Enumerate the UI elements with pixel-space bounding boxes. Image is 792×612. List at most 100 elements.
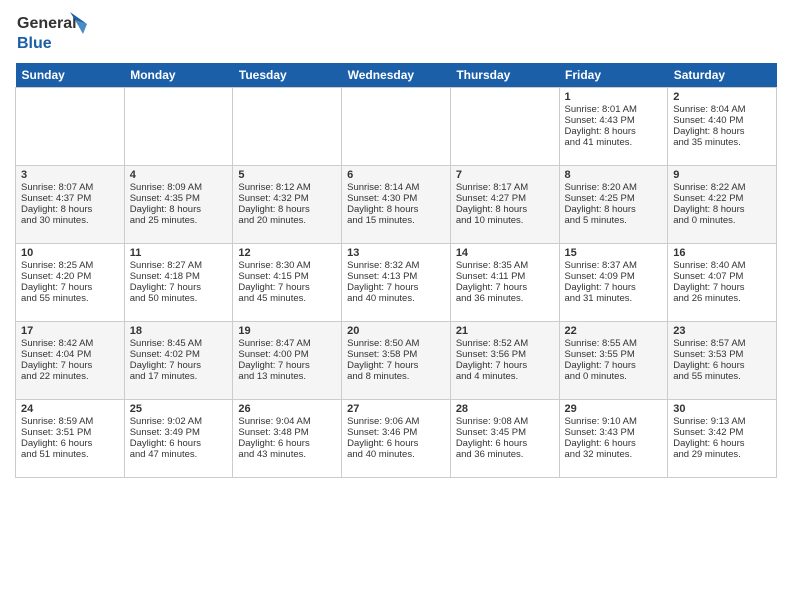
- calendar-week-row: 24Sunrise: 8:59 AMSunset: 3:51 PMDayligh…: [16, 400, 777, 478]
- day-info: and 15 minutes.: [347, 215, 445, 226]
- day-number: 12: [238, 247, 336, 259]
- day-number: 11: [130, 247, 228, 259]
- calendar-cell: 13Sunrise: 8:32 AMSunset: 4:13 PMDayligh…: [342, 244, 451, 322]
- calendar-week-row: 10Sunrise: 8:25 AMSunset: 4:20 PMDayligh…: [16, 244, 777, 322]
- day-info: Sunrise: 8:01 AM: [565, 104, 663, 115]
- calendar-cell: 27Sunrise: 9:06 AMSunset: 3:46 PMDayligh…: [342, 400, 451, 478]
- calendar-cell: 20Sunrise: 8:50 AMSunset: 3:58 PMDayligh…: [342, 322, 451, 400]
- day-info: Daylight: 8 hours: [565, 126, 663, 137]
- calendar-cell: 9Sunrise: 8:22 AMSunset: 4:22 PMDaylight…: [668, 166, 777, 244]
- day-info: Sunrise: 8:37 AM: [565, 260, 663, 271]
- calendar-header-row: SundayMondayTuesdayWednesdayThursdayFrid…: [16, 63, 777, 88]
- calendar-week-row: 17Sunrise: 8:42 AMSunset: 4:04 PMDayligh…: [16, 322, 777, 400]
- day-info: Sunset: 3:43 PM: [565, 427, 663, 438]
- col-header-thursday: Thursday: [450, 63, 559, 88]
- day-info: Sunset: 3:58 PM: [347, 349, 445, 360]
- day-number: 2: [673, 91, 771, 103]
- col-header-tuesday: Tuesday: [233, 63, 342, 88]
- day-info: Sunrise: 9:04 AM: [238, 416, 336, 427]
- day-info: Sunset: 3:53 PM: [673, 349, 771, 360]
- calendar-cell: 1Sunrise: 8:01 AMSunset: 4:43 PMDaylight…: [559, 88, 668, 166]
- day-number: 4: [130, 169, 228, 181]
- day-info: and 55 minutes.: [673, 371, 771, 382]
- day-info: Sunset: 4:43 PM: [565, 115, 663, 126]
- day-info: Sunrise: 8:57 AM: [673, 338, 771, 349]
- day-info: and 36 minutes.: [456, 293, 554, 304]
- day-info: Daylight: 7 hours: [21, 360, 119, 371]
- day-number: 22: [565, 325, 663, 337]
- day-number: 29: [565, 403, 663, 415]
- day-info: Sunrise: 8:47 AM: [238, 338, 336, 349]
- calendar-cell: 14Sunrise: 8:35 AMSunset: 4:11 PMDayligh…: [450, 244, 559, 322]
- day-info: Daylight: 8 hours: [238, 204, 336, 215]
- day-info: Sunrise: 8:50 AM: [347, 338, 445, 349]
- day-info: Sunset: 4:07 PM: [673, 271, 771, 282]
- day-info: and 35 minutes.: [673, 137, 771, 148]
- day-info: Sunrise: 9:08 AM: [456, 416, 554, 427]
- day-info: and 8 minutes.: [347, 371, 445, 382]
- day-info: and 10 minutes.: [456, 215, 554, 226]
- calendar-cell: 3Sunrise: 8:07 AMSunset: 4:37 PMDaylight…: [16, 166, 125, 244]
- calendar-cell: 15Sunrise: 8:37 AMSunset: 4:09 PMDayligh…: [559, 244, 668, 322]
- day-number: 28: [456, 403, 554, 415]
- day-info: and 32 minutes.: [565, 449, 663, 460]
- day-info: and 0 minutes.: [565, 371, 663, 382]
- day-info: Daylight: 8 hours: [347, 204, 445, 215]
- calendar-cell: [16, 88, 125, 166]
- day-info: Daylight: 7 hours: [21, 282, 119, 293]
- day-info: Sunset: 3:49 PM: [130, 427, 228, 438]
- day-info: and 13 minutes.: [238, 371, 336, 382]
- day-info: Daylight: 6 hours: [130, 438, 228, 449]
- day-info: Sunset: 4:27 PM: [456, 193, 554, 204]
- day-info: and 31 minutes.: [565, 293, 663, 304]
- day-info: and 36 minutes.: [456, 449, 554, 460]
- day-info: and 55 minutes.: [21, 293, 119, 304]
- calendar-cell: 19Sunrise: 8:47 AMSunset: 4:00 PMDayligh…: [233, 322, 342, 400]
- day-info: and 47 minutes.: [130, 449, 228, 460]
- header: GeneralBlue: [15, 10, 777, 55]
- day-info: and 50 minutes.: [130, 293, 228, 304]
- day-number: 1: [565, 91, 663, 103]
- calendar-cell: 16Sunrise: 8:40 AMSunset: 4:07 PMDayligh…: [668, 244, 777, 322]
- day-info: Sunset: 4:35 PM: [130, 193, 228, 204]
- svg-text:General: General: [17, 15, 77, 32]
- calendar-cell: [342, 88, 451, 166]
- day-info: Sunrise: 8:40 AM: [673, 260, 771, 271]
- calendar-cell: 24Sunrise: 8:59 AMSunset: 3:51 PMDayligh…: [16, 400, 125, 478]
- calendar-cell: 18Sunrise: 8:45 AMSunset: 4:02 PMDayligh…: [124, 322, 233, 400]
- day-info: Sunrise: 8:27 AM: [130, 260, 228, 271]
- calendar-cell: 4Sunrise: 8:09 AMSunset: 4:35 PMDaylight…: [124, 166, 233, 244]
- day-info: Daylight: 7 hours: [130, 282, 228, 293]
- day-info: and 29 minutes.: [673, 449, 771, 460]
- day-number: 14: [456, 247, 554, 259]
- day-info: Sunrise: 8:59 AM: [21, 416, 119, 427]
- day-info: and 20 minutes.: [238, 215, 336, 226]
- col-header-wednesday: Wednesday: [342, 63, 451, 88]
- calendar-cell: 17Sunrise: 8:42 AMSunset: 4:04 PMDayligh…: [16, 322, 125, 400]
- day-number: 19: [238, 325, 336, 337]
- day-info: Sunrise: 8:45 AM: [130, 338, 228, 349]
- day-info: Sunrise: 9:06 AM: [347, 416, 445, 427]
- day-info: and 40 minutes.: [347, 449, 445, 460]
- day-info: and 0 minutes.: [673, 215, 771, 226]
- calendar-cell: 12Sunrise: 8:30 AMSunset: 4:15 PMDayligh…: [233, 244, 342, 322]
- calendar-cell: 26Sunrise: 9:04 AMSunset: 3:48 PMDayligh…: [233, 400, 342, 478]
- day-info: and 40 minutes.: [347, 293, 445, 304]
- day-info: Sunset: 4:37 PM: [21, 193, 119, 204]
- day-info: and 30 minutes.: [21, 215, 119, 226]
- day-info: Daylight: 7 hours: [347, 360, 445, 371]
- day-info: and 51 minutes.: [21, 449, 119, 460]
- logo-icon: GeneralBlue: [15, 10, 95, 55]
- day-info: Sunrise: 8:42 AM: [21, 338, 119, 349]
- calendar-cell: 28Sunrise: 9:08 AMSunset: 3:45 PMDayligh…: [450, 400, 559, 478]
- day-info: and 17 minutes.: [130, 371, 228, 382]
- day-info: Daylight: 6 hours: [21, 438, 119, 449]
- day-info: Sunset: 3:45 PM: [456, 427, 554, 438]
- day-info: and 43 minutes.: [238, 449, 336, 460]
- calendar-cell: 23Sunrise: 8:57 AMSunset: 3:53 PMDayligh…: [668, 322, 777, 400]
- day-info: Sunrise: 8:55 AM: [565, 338, 663, 349]
- day-number: 10: [21, 247, 119, 259]
- day-info: Sunrise: 9:10 AM: [565, 416, 663, 427]
- day-info: Sunset: 3:48 PM: [238, 427, 336, 438]
- day-info: Daylight: 8 hours: [456, 204, 554, 215]
